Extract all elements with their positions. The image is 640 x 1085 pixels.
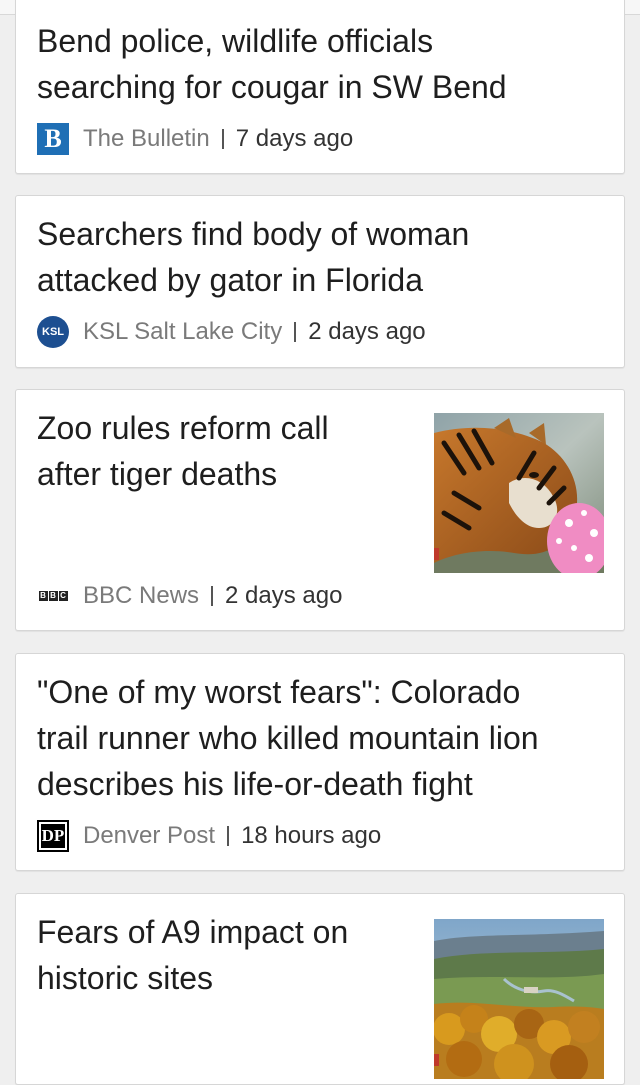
bbc-logo-icon: BBC	[38, 591, 68, 601]
article-meta: BBC BBC News 2 days ago	[37, 579, 342, 613]
article-headline[interactable]: "One of my worst fears": Colorado trail …	[37, 669, 539, 807]
timestamp: 18 hours ago	[241, 822, 382, 849]
article-thumbnail[interactable]	[434, 413, 604, 573]
headline-line: historic sites	[37, 960, 214, 996]
headline-line: Fears of A9 impact on	[37, 914, 349, 950]
ksl-logo-icon: KSL	[37, 316, 69, 348]
timestamp: 2 days ago	[308, 318, 426, 345]
article-meta: KSL KSL Salt Lake City 2 days ago	[37, 315, 426, 349]
timestamp: 2 days ago	[225, 582, 343, 609]
headline-line: describes his life-or-death fight	[37, 766, 473, 802]
article-thumbnail[interactable]	[434, 919, 604, 1079]
news-card[interactable]: "One of my worst fears": Colorado trail …	[15, 653, 625, 871]
news-card[interactable]: Zoo rules reform call after tiger deaths	[15, 389, 625, 631]
separator	[294, 322, 297, 342]
headline-line: "One of my worst fears": Colorado	[37, 674, 521, 710]
headline-line: trail runner who killed mountain lion	[37, 720, 539, 756]
tiger-image-icon	[434, 413, 604, 573]
article-headline[interactable]: Bend police, wildlife officials searchin…	[37, 18, 507, 110]
headline-line: Bend police, wildlife officials	[37, 23, 434, 59]
separator	[221, 129, 224, 149]
article-headline[interactable]: Fears of A9 impact on historic sites	[37, 909, 348, 1001]
source-name[interactable]: KSL Salt Lake City	[83, 318, 282, 346]
news-card[interactable]: Bend police, wildlife officials searchin…	[15, 0, 625, 174]
news-card[interactable]: Searchers find body of woman attacked by…	[15, 195, 625, 368]
headline-line: Zoo rules reform call	[37, 410, 329, 446]
source-name[interactable]: The Bulletin	[83, 125, 210, 153]
source-name[interactable]: BBC News	[83, 582, 199, 610]
separator	[227, 826, 230, 846]
source-name[interactable]: Denver Post	[83, 822, 215, 850]
news-card[interactable]: Fears of A9 impact on historic sites	[15, 893, 625, 1085]
separator	[211, 586, 214, 606]
headline-line: after tiger deaths	[37, 456, 278, 492]
headline-line: Searchers find body of woman	[37, 216, 470, 252]
article-headline[interactable]: Searchers find body of woman attacked by…	[37, 211, 469, 303]
article-meta: B The Bulletin 7 days ago	[37, 122, 353, 156]
headline-line: searching for cougar in SW Bend	[37, 69, 507, 105]
headline-line: attacked by gator in Florida	[37, 262, 423, 298]
timestamp: 7 days ago	[235, 125, 354, 152]
article-meta: DP Denver Post 18 hours ago	[37, 819, 381, 853]
the-bulletin-logo-icon: B	[37, 123, 69, 155]
article-headline[interactable]: Zoo rules reform call after tiger deaths	[37, 405, 329, 497]
denver-post-logo-icon: DP	[37, 820, 69, 852]
landscape-image-icon	[434, 919, 604, 1079]
